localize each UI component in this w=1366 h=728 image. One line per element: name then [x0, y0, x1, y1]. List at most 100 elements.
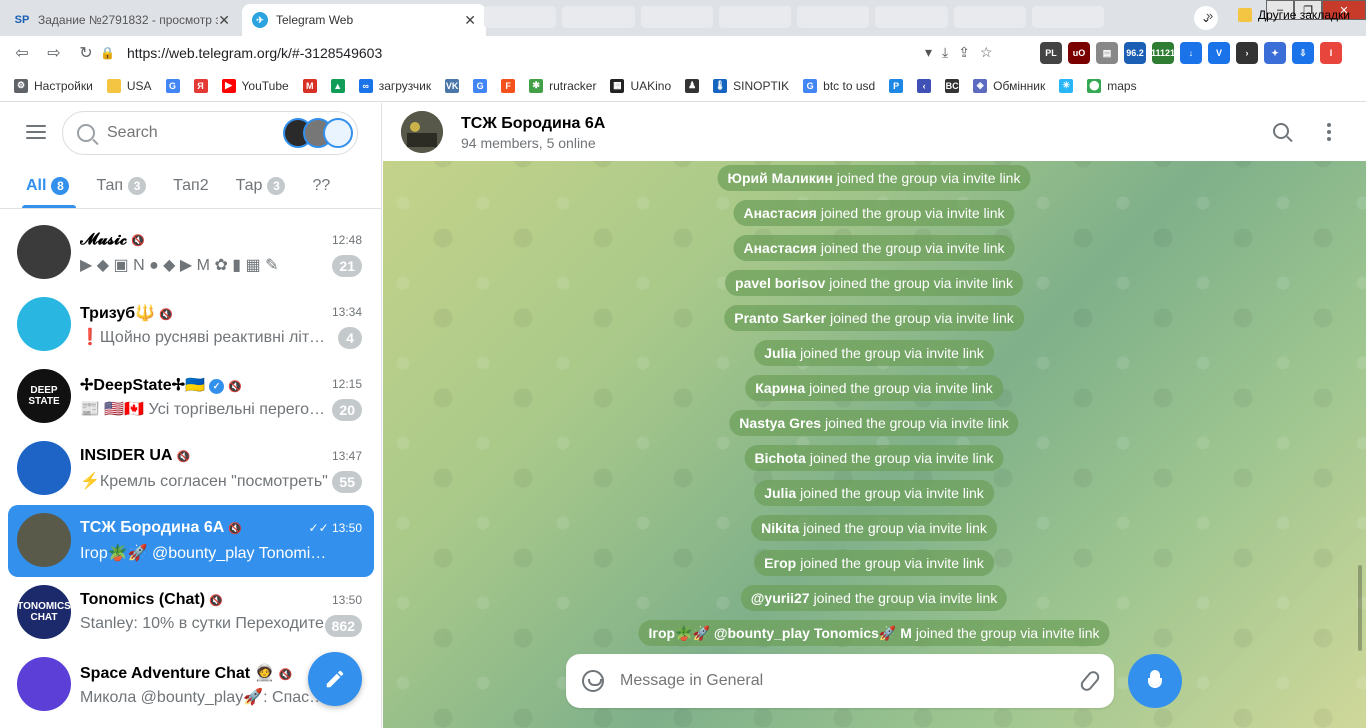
member-name[interactable]: Bichota — [754, 450, 805, 466]
chat-list-item[interactable]: 𝓜𝓾𝓼𝓲𝓬 🔇 12:48 ▶ ◆ ▣ N ● ◆ ▶ M ✿ ▮ ▦ ✎ 21 — [8, 217, 374, 289]
extension-icon[interactable]: uO — [1068, 42, 1090, 64]
bookmark-item[interactable]: ◈ Обмінник — [973, 78, 1045, 93]
bookmark-item[interactable]: P — [889, 78, 909, 93]
member-name[interactable]: Julia — [764, 485, 796, 501]
browser-toolbar: ⇦ ⇨ ↻ 🔒 https://web.telegram.org/k/#-312… — [0, 36, 1366, 70]
extension-icon[interactable]: 96.2 — [1124, 42, 1146, 64]
extension-icon[interactable]: › — [1236, 42, 1258, 64]
share-icon[interactable]: ⇪ — [958, 44, 970, 61]
member-name[interactable]: Егор — [764, 555, 796, 571]
chat-avatar: TONOMICS CHAT — [17, 585, 71, 639]
extension-icon[interactable]: ✦ — [1264, 42, 1286, 64]
member-name[interactable]: Карина — [755, 380, 805, 396]
folder-tab[interactable]: ?? — [298, 165, 343, 208]
member-name[interactable]: Pranto Sarker — [734, 310, 826, 326]
bookmark-item[interactable]: 🌡 SINOPTIK — [713, 78, 789, 93]
bookmark-item[interactable]: ‹ — [917, 78, 937, 93]
collapsed-tab[interactable] — [1031, 6, 1104, 28]
emoji-icon[interactable] — [582, 670, 604, 692]
bookmark-item[interactable]: USA — [106, 78, 152, 93]
collapsed-tab[interactable] — [953, 6, 1026, 28]
member-name[interactable]: Анастасия — [743, 240, 816, 256]
extension-icon[interactable]: I — [1320, 42, 1342, 64]
bookmark-item[interactable]: ∞ загрузчик — [358, 78, 431, 93]
close-tab-icon[interactable]: ✕ — [218, 12, 230, 29]
chat-list-item[interactable]: INSIDER UA 🔇 13:47 ⚡Кремль согласен "посмот… — [8, 433, 374, 505]
bookmark-item[interactable]: ✱ rutracker — [529, 78, 596, 93]
member-name[interactable]: Nastya Gres — [739, 415, 821, 431]
story-avatar[interactable] — [323, 118, 353, 148]
stories-avatars[interactable] — [283, 118, 353, 148]
other-bookmarks[interactable]: Другие закладки — [1238, 8, 1350, 22]
collapsed-tab[interactable] — [797, 6, 870, 28]
bookmark-item[interactable]: ▶ YouTube — [221, 78, 289, 93]
chat-list-item[interactable]: ТСЖ Бородина 6А 🔇 ✓✓ 13:50 Ігор🪴🚀 @bounty_p… — [8, 505, 374, 577]
folder-tab[interactable]: Тап2 — [159, 165, 222, 208]
search-icon[interactable] — [1273, 123, 1289, 139]
folder-tab[interactable]: Тап 3 — [82, 165, 159, 208]
bookmark-item[interactable]: F — [501, 78, 521, 93]
extension-icon[interactable]: ⇩ — [1292, 42, 1314, 64]
bookmark-item[interactable]: ✳ — [1059, 78, 1079, 93]
search-input[interactable] — [107, 124, 267, 142]
menu-icon[interactable] — [26, 125, 46, 143]
bookmark-item[interactable]: M — [302, 78, 323, 93]
bookmark-item[interactable]: ▦ UAKino — [610, 78, 671, 93]
collapsed-tab[interactable] — [718, 6, 791, 28]
folder-tab[interactable]: Тар 3 — [222, 165, 299, 208]
member-name[interactable]: Julia — [764, 345, 796, 361]
bookmark-item[interactable]: Я — [193, 78, 214, 93]
address-bar[interactable]: 🔒 https://web.telegram.org/k/#-312854960… — [100, 40, 940, 66]
bookmark-icon: F — [501, 78, 516, 93]
extension-icon[interactable]: V — [1208, 42, 1230, 64]
chat-header[interactable]: ТСЖ Бородина 6А 94 members, 5 online — [383, 103, 1366, 161]
extension-icon[interactable]: 11121 — [1151, 42, 1175, 64]
extension-icon[interactable]: ▤ — [1096, 42, 1118, 64]
member-name[interactable]: Nikita — [761, 520, 799, 536]
chat-list-item[interactable]: Тризуб🔱 🔇 13:34 ❗Щойно русняві реактивні лі… — [8, 289, 374, 361]
chat-list-item[interactable]: TONOMICS CHAT Tonomics (Chat) 🔇 13:50 Stanle… — [8, 577, 374, 649]
forward-arrow-icon[interactable]: ⇨ — [38, 43, 70, 63]
member-name[interactable]: @yurii27 — [751, 590, 810, 606]
bookmark-item[interactable]: Gbtc to usd — [803, 78, 875, 93]
chat-list-panel: All8Тап3Тап2Тар3?? 𝓜𝓾𝓼𝓲𝓬🔇12:48▶ ◆ ▣ N ● … — [0, 103, 382, 728]
attach-icon[interactable] — [1078, 668, 1102, 694]
service-text: joined the group via invite link — [825, 415, 1009, 431]
install-icon[interactable]: ⤓ — [942, 44, 948, 61]
bookmark-item[interactable]: BC — [945, 78, 965, 93]
scrollbar[interactable] — [1358, 565, 1362, 651]
group-avatar[interactable] — [401, 111, 443, 153]
more-vertical-icon[interactable] — [1327, 123, 1331, 144]
collapsed-tab[interactable] — [562, 6, 635, 28]
reload-icon[interactable]: ↻ — [70, 43, 102, 63]
bookmark-item[interactable]: ▲ — [330, 78, 351, 93]
extension-icon[interactable]: PL — [1040, 42, 1062, 64]
collapsed-tab[interactable] — [640, 6, 713, 28]
search-box[interactable] — [62, 111, 358, 155]
bookmark-item[interactable]: ⬤ maps — [1087, 78, 1137, 93]
folder-tab[interactable]: All 8 — [0, 165, 82, 208]
member-name[interactable]: Ігор🪴🚀 @bounty_play Tonomics🚀 M — [648, 625, 911, 642]
chat-list-item[interactable]: DEEP STATE ✢DeepState✢🇺🇦 ✓ 🔇 12:15 📰 🇺🇸🇨🇦 Усі… — [8, 361, 374, 433]
extension-icon[interactable]: ↓ — [1180, 42, 1202, 64]
member-name[interactable]: Юрий Маликин — [728, 170, 833, 186]
bookmark-star-icon[interactable]: ☆ — [980, 44, 993, 61]
member-name[interactable]: pavel borisov — [735, 275, 825, 291]
bookmark-item[interactable]: ⚙ Настройки — [14, 78, 93, 93]
collapsed-tab[interactable] — [484, 6, 557, 28]
browser-tab-task[interactable]: SP Задание №2791832 - просмотр з ✕ — [4, 4, 240, 36]
back-arrow-icon[interactable]: ⇦ — [6, 43, 38, 63]
member-name[interactable]: Анастасия — [743, 205, 816, 221]
bookmark-item[interactable]: ♟ — [685, 78, 705, 93]
bookmarks-more-icon[interactable]: » — [1206, 8, 1213, 23]
bookmark-item[interactable]: G — [165, 78, 186, 93]
bookmark-item[interactable]: VK — [445, 78, 465, 93]
collapsed-tab[interactable] — [875, 6, 948, 28]
close-tab-icon[interactable]: ✕ — [464, 12, 476, 29]
dropdown-icon[interactable]: ▾ — [925, 44, 932, 61]
message-input[interactable] — [620, 672, 1060, 690]
compose-pencil-button[interactable] — [308, 652, 362, 706]
browser-tab-telegram[interactable]: ✈ Telegram Web ✕ — [242, 4, 486, 36]
voice-record-button[interactable] — [1128, 654, 1182, 708]
bookmark-item[interactable]: G — [473, 78, 493, 93]
